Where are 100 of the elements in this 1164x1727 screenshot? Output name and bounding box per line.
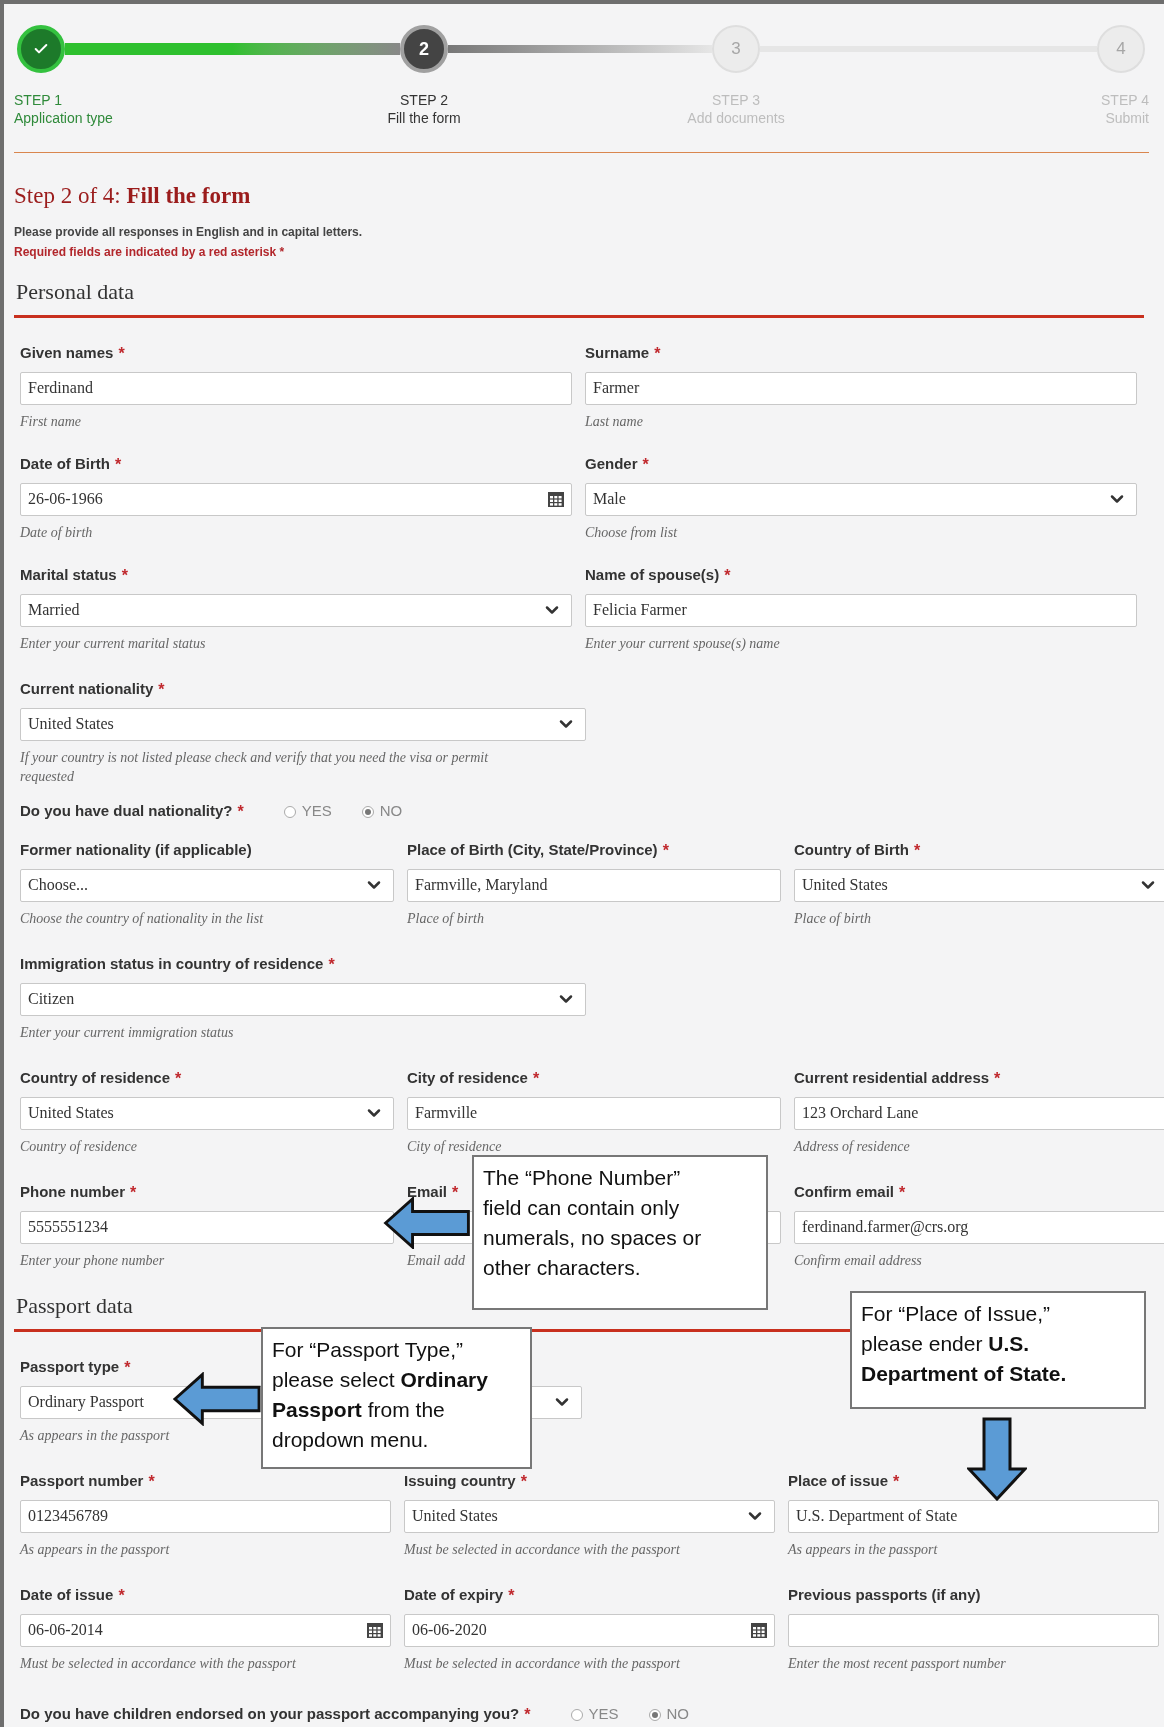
field-label: Former nationality (if applicable) bbox=[20, 840, 252, 861]
required-asterisk: * bbox=[121, 565, 128, 586]
field-label: Gender bbox=[585, 454, 638, 475]
field-hint: Email add bbox=[407, 1251, 465, 1270]
arrow-icon bbox=[173, 1372, 261, 1426]
field-label: Current residential address bbox=[794, 1068, 990, 1089]
text-field[interactable]: Farmville, Maryland bbox=[407, 868, 781, 902]
callout-tooltip: The “Phone Number” field can contain only numerals, no spaces or other characters. bbox=[472, 1155, 768, 1310]
required-asterisk: * bbox=[148, 1471, 155, 1492]
text-field[interactable]: Farmville bbox=[407, 1096, 781, 1130]
required-asterisk: * bbox=[237, 801, 244, 822]
text-field[interactable]: U.S. Department of State bbox=[788, 1499, 1159, 1533]
select-field[interactable]: Married bbox=[20, 593, 572, 627]
text-field[interactable]: 5555551234 bbox=[20, 1210, 394, 1244]
field-hint: As appears in the passport bbox=[20, 1426, 170, 1445]
field-hint: Must be selected in accordance with the passport bbox=[20, 1654, 296, 1673]
field-hint: Date of birth bbox=[20, 523, 93, 542]
field-hint: Enter your current marital status bbox=[20, 634, 206, 653]
field-hint: Enter the most recent passport number bbox=[788, 1654, 1006, 1673]
question-label: Do you have dual nationality? bbox=[20, 801, 233, 822]
text-field[interactable]: ferdinand.farmer@crs.org bbox=[794, 1210, 1164, 1244]
field-label: Country of residence bbox=[20, 1068, 171, 1089]
calendar-icon[interactable] bbox=[367, 1622, 383, 1638]
required-asterisk: * bbox=[520, 1471, 527, 1492]
step-number: STEP 4 bbox=[1101, 91, 1149, 109]
question-label: Do you have children endorsed on your passport accompanying you? bbox=[20, 1704, 520, 1725]
field-hint: Must be selected in accordance with the passport bbox=[404, 1654, 680, 1673]
field-value: Male bbox=[593, 489, 626, 509]
text-field[interactable]: Felicia Farmer bbox=[585, 593, 1137, 627]
field-hint: As appears in the passport bbox=[788, 1540, 938, 1559]
field-value: 0123456789 bbox=[28, 1506, 108, 1526]
field-value: United States bbox=[802, 875, 888, 895]
field-label: Place of issue bbox=[788, 1471, 889, 1492]
text-field[interactable]: 0123456789 bbox=[20, 1499, 391, 1533]
section-title: Passport data bbox=[16, 1291, 133, 1320]
text-field[interactable]: Ferdinand bbox=[20, 371, 572, 405]
field-hint: As appears in the passport bbox=[20, 1540, 170, 1559]
field-value: ferdinand.farmer@crs.org bbox=[802, 1217, 969, 1238]
select-field[interactable]: Choose... bbox=[20, 868, 394, 902]
select-field[interactable]: United States bbox=[794, 868, 1164, 902]
select-field[interactable]: United States bbox=[20, 707, 586, 741]
text-field[interactable]: 123 Orchard Lane bbox=[794, 1096, 1164, 1130]
date-field[interactable]: 06-06-2014 bbox=[20, 1613, 391, 1647]
required-asterisk: * bbox=[524, 1704, 531, 1725]
field-value: Ordinary Passport bbox=[28, 1392, 144, 1413]
field-hint: Enter your current immigration status bbox=[20, 1023, 234, 1042]
text-field[interactable] bbox=[788, 1613, 1159, 1647]
required-asterisk: * bbox=[899, 1182, 906, 1203]
arrow-icon bbox=[967, 1417, 1027, 1501]
field-label: Issuing country bbox=[404, 1471, 516, 1492]
field-hint: Place of birth bbox=[794, 909, 871, 928]
radio-button[interactable] bbox=[648, 1708, 661, 1721]
required-asterisk: * bbox=[452, 1182, 459, 1203]
field-hint: Address of residence bbox=[794, 1137, 910, 1156]
required-asterisk: * bbox=[654, 343, 661, 364]
required-asterisk: * bbox=[532, 1068, 540, 1089]
field-value: United States bbox=[412, 1506, 498, 1526]
select-field[interactable]: United States bbox=[404, 1499, 775, 1533]
field-hint: First name bbox=[20, 412, 82, 431]
field-hint: If your country is not listed please check and verify that you need the visa or permit requested bbox=[20, 748, 490, 786]
field-label: Date of issue bbox=[20, 1585, 114, 1606]
field-value: 123 Orchard Lane bbox=[802, 1103, 919, 1123]
radio-button[interactable] bbox=[361, 805, 374, 818]
field-label: Email bbox=[407, 1182, 448, 1203]
field-hint: Choose from list bbox=[585, 523, 678, 542]
required-note: Required fields are indicated by a red asterisk * bbox=[14, 243, 286, 261]
field-label: City of residence bbox=[407, 1068, 528, 1089]
date-field[interactable]: 06-06-2020 bbox=[404, 1613, 775, 1647]
step-number: STEP 1 bbox=[14, 91, 62, 109]
radio-button[interactable] bbox=[283, 805, 296, 818]
select-field[interactable]: Citizen bbox=[20, 982, 586, 1016]
page-heading: Step 2 of 4: Fill the form bbox=[14, 182, 252, 210]
field-value: Farmville, Maryland bbox=[415, 875, 548, 896]
field-value: Choose... bbox=[28, 875, 88, 895]
radio-button[interactable] bbox=[570, 1708, 583, 1721]
field-value: United States bbox=[28, 1103, 114, 1123]
field-label: Surname bbox=[585, 343, 650, 364]
required-asterisk: * bbox=[130, 1182, 137, 1203]
select-field[interactable]: United States bbox=[20, 1096, 394, 1130]
required-asterisk: * bbox=[328, 954, 335, 975]
step-title: Fill the form bbox=[387, 109, 461, 127]
select-field[interactable]: Male bbox=[585, 482, 1137, 516]
text-field[interactable]: Farmer bbox=[585, 371, 1137, 405]
required-asterisk: * bbox=[118, 1585, 125, 1606]
section-title: Personal data bbox=[16, 277, 134, 306]
date-field[interactable]: 26-06-1966 bbox=[20, 482, 572, 516]
required-asterisk: * bbox=[994, 1068, 1001, 1089]
field-label: Immigration status in country of residence bbox=[20, 954, 324, 975]
field-value: U.S. Department of State bbox=[796, 1506, 958, 1527]
field-hint: Place of birth bbox=[407, 909, 484, 928]
field-hint: Choose the country of nationality in the list bbox=[20, 909, 264, 928]
required-asterisk: * bbox=[175, 1068, 182, 1089]
field-label: Name of spouse(s) bbox=[585, 565, 720, 586]
calendar-icon[interactable] bbox=[751, 1622, 767, 1638]
field-label: Passport type bbox=[20, 1357, 120, 1378]
callout-tooltip: For “Passport Type,” please select Ordinary Passport from the dropdown menu. bbox=[261, 1327, 532, 1469]
calendar-icon[interactable] bbox=[548, 491, 564, 507]
callout-tooltip: For “Place of Issue,” please ender U.S. Department of State. bbox=[850, 1291, 1146, 1409]
field-hint: Last name bbox=[585, 412, 643, 431]
required-asterisk: * bbox=[158, 679, 165, 700]
